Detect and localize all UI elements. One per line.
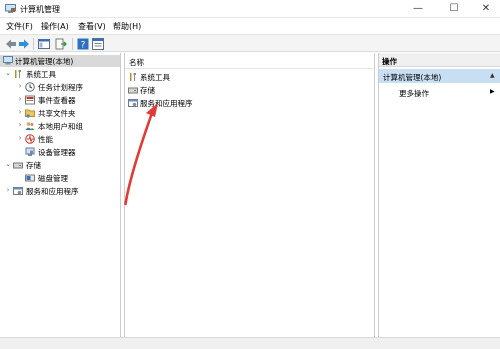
back-icon[interactable]	[5, 38, 17, 50]
tree-item-root[interactable]: 计算机管理(本地)	[0, 55, 120, 67]
expand-icon[interactable]: ›	[16, 121, 24, 129]
svg-text:?: ?	[81, 41, 86, 51]
menu-view[interactable]: 查看(V)	[78, 21, 106, 32]
status-bar	[0, 337, 500, 349]
menu-file[interactable]: 文件(F)	[6, 21, 33, 32]
collapse-up-icon[interactable]: ▲	[490, 72, 495, 79]
list-item-services-apps[interactable]: 服务和应用程序	[128, 97, 248, 109]
list-item-system-tools[interactable]: 系统工具	[128, 71, 248, 83]
tree-item-task-scheduler[interactable]: › 任务计划程序	[16, 81, 119, 93]
system-tools-icon	[130, 73, 136, 81]
services-applications-icon	[13, 187, 23, 195]
menu-help[interactable]: 帮助(H)	[113, 21, 141, 32]
tree-item-shared-folders[interactable]: › 共享文件夹	[16, 107, 119, 119]
list-item-label: 服务和应用程序	[140, 99, 193, 108]
close-button[interactable]: ✕	[472, 0, 500, 18]
list-item-label: 存储	[140, 86, 155, 95]
tree-item-storage[interactable]: ⌄ 存储	[4, 159, 119, 171]
tree-item-device-manager[interactable]: 设备管理器	[16, 146, 119, 158]
event-viewer-icon	[25, 95, 35, 105]
more-actions-link[interactable]: 更多操作	[399, 88, 429, 99]
collapse-icon[interactable]: ⌄	[4, 160, 12, 168]
computer-management-icon	[5, 4, 16, 13]
shared-folder-icon	[25, 109, 35, 118]
toolbar-separator	[33, 38, 34, 50]
tree-item-system-tools[interactable]: ⌄ 系统工具	[4, 68, 119, 80]
help-icon[interactable]: ?	[77, 38, 89, 50]
toolbar: ?	[0, 34, 500, 52]
results-pane: 名称 系统工具 存储 服务和应用程序	[124, 53, 375, 337]
actions-section-computer-management[interactable]: 计算机管理(本地) ▲	[379, 69, 500, 83]
tree-item-label: 计算机管理(本地)	[15, 57, 74, 66]
tree-item-performance[interactable]: › 性能	[16, 133, 119, 145]
submenu-arrow-icon[interactable]: ▶	[490, 88, 495, 95]
window-title: 计算机管理	[20, 5, 60, 14]
menu-bar: 文件(F) 操作(A) 查看(V) 帮助(H)	[0, 18, 500, 34]
column-header-name[interactable]: 名称	[129, 57, 144, 68]
expand-icon[interactable]: ›	[4, 186, 12, 194]
clock-icon	[25, 82, 35, 92]
tree-item-label: 本地用户和组	[38, 122, 83, 131]
expand-icon[interactable]: ›	[16, 108, 24, 116]
computer-management-icon	[3, 56, 13, 65]
tree-item-label: 共享文件夹	[38, 109, 76, 118]
tree-item-label: 服务和应用程序	[26, 187, 79, 196]
disk-management-icon	[25, 174, 35, 182]
tree-item-label: 存储	[26, 161, 41, 170]
storage-icon	[128, 87, 138, 94]
list-item-storage[interactable]: 存储	[128, 84, 248, 96]
tree-item-local-users[interactable]: › 本地用户和组	[16, 120, 119, 132]
list-item-label: 系统工具	[140, 73, 170, 82]
tree-item-label: 设备管理器	[38, 148, 76, 157]
tree-item-services-apps[interactable]: › 服务和应用程序	[4, 185, 119, 197]
export-list-icon[interactable]	[55, 38, 67, 50]
actions-title: 操作	[382, 57, 397, 66]
users-icon	[25, 122, 35, 130]
expand-icon[interactable]: ›	[16, 134, 24, 142]
collapse-icon[interactable]: ⌄	[4, 69, 12, 77]
forward-icon[interactable]	[18, 38, 30, 50]
actions-section-label: 计算机管理(本地)	[383, 73, 442, 82]
console-tree: 计算机管理(本地) ⌄ 系统工具 › 任务计划程序 › 事件查看器 › 共享文件…	[0, 53, 121, 337]
title-bar: 计算机管理 — ☐ ✕	[0, 0, 500, 18]
services-applications-icon	[128, 99, 138, 107]
actions-header: 操作	[379, 53, 500, 67]
menu-action[interactable]: 操作(A)	[41, 21, 69, 32]
expand-icon[interactable]: ›	[16, 95, 24, 103]
minimize-button[interactable]: —	[404, 0, 432, 18]
tree-item-label: 系统工具	[26, 70, 56, 79]
show-hide-console-tree-icon[interactable]	[38, 38, 50, 50]
column-divider	[125, 68, 374, 69]
expand-icon[interactable]: ›	[16, 82, 24, 90]
tree-item-label: 性能	[38, 135, 53, 144]
tree-item-label: 磁盘管理	[38, 174, 68, 183]
storage-icon	[13, 162, 23, 169]
properties-icon[interactable]	[92, 38, 104, 50]
tree-item-label: 任务计划程序	[38, 83, 83, 92]
tree-item-disk-management[interactable]: 磁盘管理	[16, 172, 119, 184]
tree-item-label: 事件查看器	[38, 96, 76, 105]
toolbar-separator	[72, 38, 73, 50]
maximize-button[interactable]: ☐	[440, 0, 468, 18]
actions-pane: 操作 计算机管理(本地) ▲ 更多操作 ▶	[378, 53, 500, 337]
performance-icon	[25, 134, 35, 144]
tree-item-event-viewer[interactable]: › 事件查看器	[16, 94, 119, 106]
device-manager-icon	[25, 147, 35, 156]
system-tools-icon	[15, 70, 21, 78]
